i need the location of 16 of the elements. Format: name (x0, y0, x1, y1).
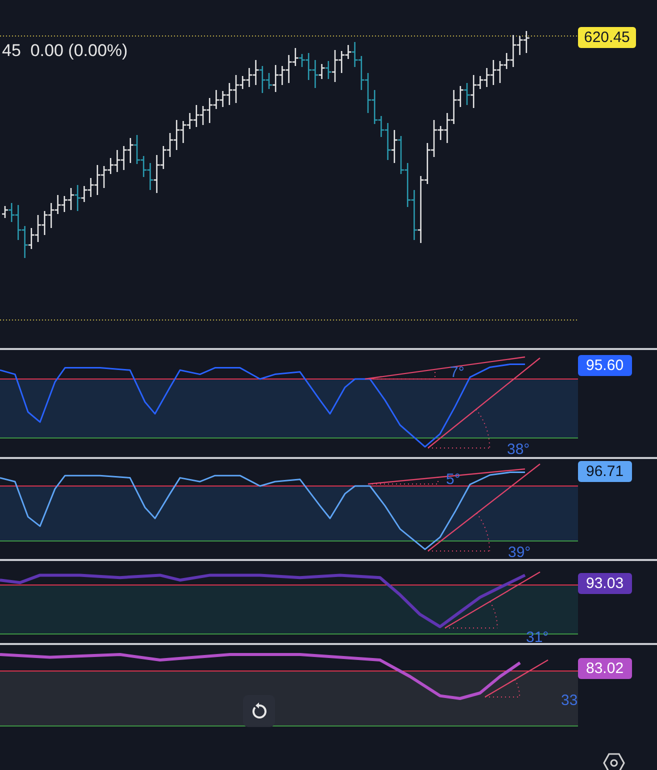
angle-measure-drawing (484, 659, 548, 698)
angle-label: 39° (508, 544, 531, 559)
settings-icon[interactable] (603, 752, 625, 770)
angle-label: 33 (561, 692, 578, 709)
last-price-label: 620.45 (578, 27, 636, 48)
price-change-legend: 45 0.00 (0.00%) (2, 41, 128, 61)
indicator-value-label: 83.02 (578, 658, 632, 679)
indicator-value-label: 95.60 (578, 355, 632, 376)
angle-label: 38° (507, 441, 530, 457)
angle-label: 31° (526, 629, 549, 643)
reset-icon (250, 702, 268, 720)
angle-label: 5° (446, 471, 460, 488)
reset-chart-button[interactable] (243, 695, 275, 727)
indicator-value-label: 93.03 (578, 573, 632, 594)
angle-label: 7° (450, 364, 464, 381)
indicator-value-label: 96.71 (578, 461, 632, 482)
